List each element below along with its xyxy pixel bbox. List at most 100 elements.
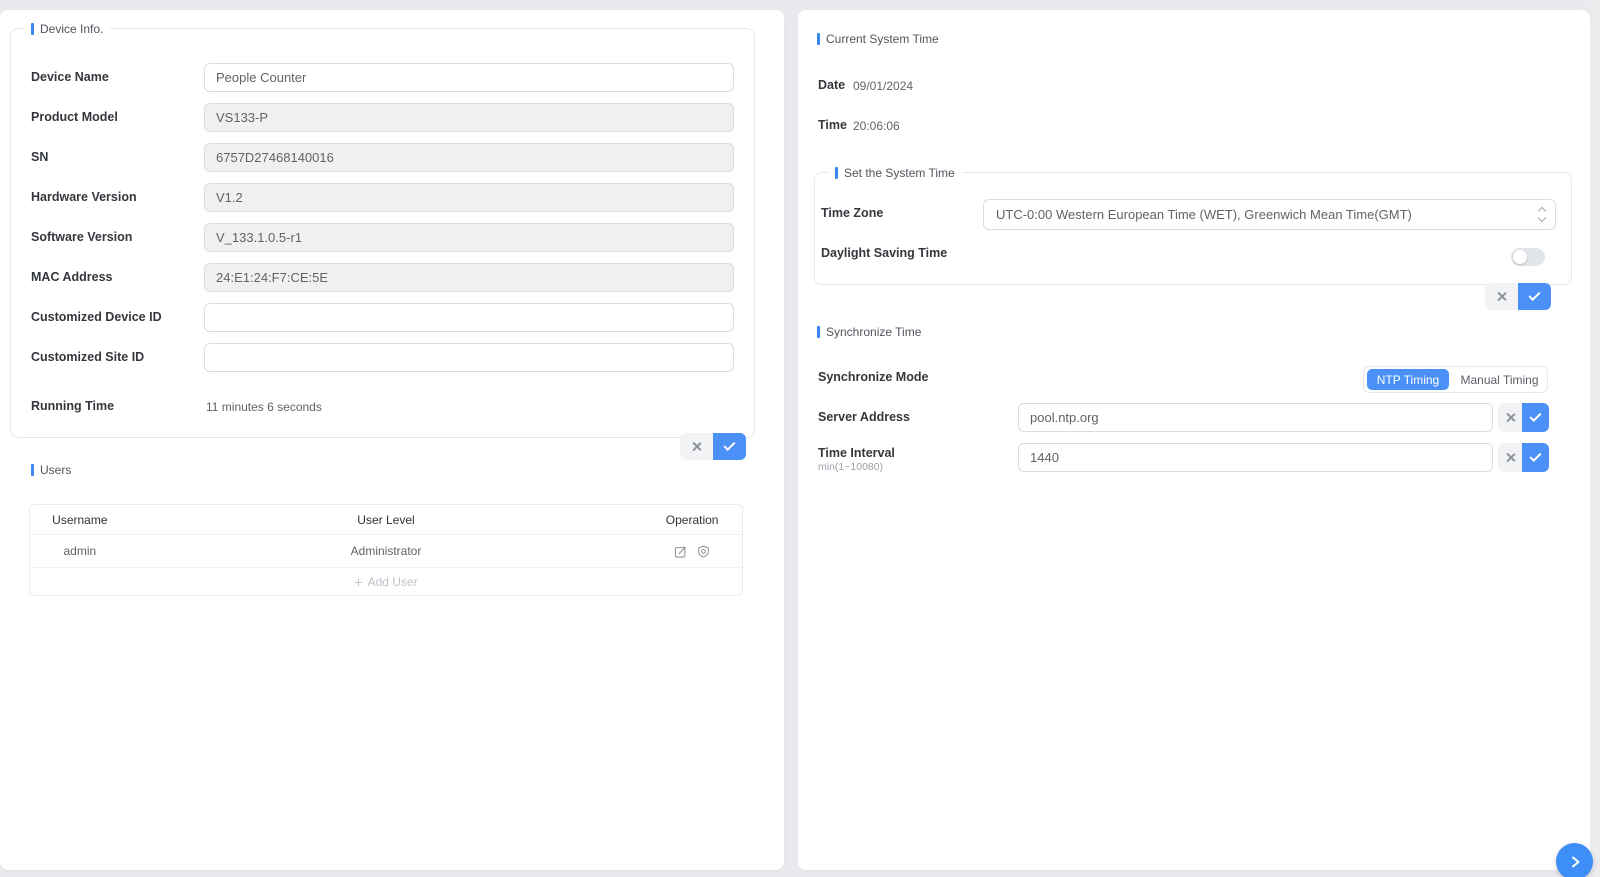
edit-user-icon[interactable] xyxy=(674,545,687,558)
server-cancel-button[interactable] xyxy=(1498,403,1522,432)
check-icon xyxy=(1529,410,1541,422)
time-interval-hint: min(1~10080) xyxy=(818,461,883,473)
set-system-time-title: Set the System Time xyxy=(844,166,955,180)
software-version-label: Software Version xyxy=(31,230,132,244)
time-interval-actions xyxy=(1498,443,1549,472)
server-confirm-button[interactable] xyxy=(1522,403,1549,432)
chevron-right-icon xyxy=(1568,855,1582,869)
daylight-saving-toggle[interactable] xyxy=(1511,248,1545,266)
col-username: Username xyxy=(30,513,130,527)
running-time-row: Running Time 11 minutes 6 seconds xyxy=(11,392,754,421)
customized-site-id-row: Customized Site ID xyxy=(11,343,754,372)
software-version-input xyxy=(204,223,734,252)
users-table: Username User Level Operation admin Admi… xyxy=(29,504,743,596)
time-zone-select[interactable]: UTC-0:00 Western European Time (WET), Gr… xyxy=(983,199,1556,230)
sn-label: SN xyxy=(31,150,48,164)
daylight-saving-label: Daylight Saving Time xyxy=(821,246,947,260)
next-page-button[interactable] xyxy=(1556,843,1593,877)
customized-site-id-input[interactable] xyxy=(204,343,734,372)
customized-site-id-label: Customized Site ID xyxy=(31,350,144,364)
customized-device-id-row: Customized Device ID xyxy=(11,303,754,332)
device-info-cancel-button[interactable] xyxy=(680,433,713,460)
product-model-input xyxy=(204,103,734,132)
date-value: 09/01/2024 xyxy=(853,79,913,93)
sn-input xyxy=(204,143,734,172)
check-icon xyxy=(1528,289,1540,301)
ntp-timing-button[interactable]: NTP Timing xyxy=(1367,369,1449,390)
synchronize-time-title: Synchronize Time xyxy=(826,325,921,339)
date-label: Date xyxy=(818,78,845,92)
device-info-title: Device Info. xyxy=(40,22,103,36)
manual-timing-button[interactable]: Manual Timing xyxy=(1452,369,1547,390)
section-bar-icon xyxy=(31,23,34,35)
running-time-label: Running Time xyxy=(31,399,114,413)
check-icon xyxy=(1529,450,1541,462)
device-info-confirm-button[interactable] xyxy=(713,433,746,460)
mac-address-input xyxy=(204,263,734,292)
time-panel: Current System Time Date 09/01/2024 Time… xyxy=(798,10,1590,870)
check-icon xyxy=(723,439,735,451)
product-model-row: Product Model xyxy=(11,103,754,132)
set-time-cancel-button[interactable] xyxy=(1485,283,1518,310)
x-icon xyxy=(1505,412,1516,423)
x-icon xyxy=(1496,291,1507,302)
set-system-time-section: Set the System Time Time Zone UTC-0:00 W… xyxy=(814,172,1572,285)
section-bar-icon xyxy=(835,167,838,179)
hardware-version-label: Hardware Version xyxy=(31,190,137,204)
current-system-time-header: Current System Time xyxy=(817,32,939,46)
synchronize-mode-label: Synchronize Mode xyxy=(818,370,928,384)
mac-address-label: MAC Address xyxy=(31,270,113,284)
time-value: 20:06:06 xyxy=(853,119,900,133)
hardware-version-row: Hardware Version xyxy=(11,183,754,212)
plus-icon: + xyxy=(354,576,362,588)
user-level-cell: Administrator xyxy=(130,544,643,558)
device-settings-page: Device Info. Device Name Product Model S… xyxy=(0,0,1600,877)
operation-cell xyxy=(642,545,742,558)
device-info-legend: Device Info. xyxy=(24,22,110,36)
set-system-time-actions xyxy=(1485,283,1551,310)
username-cell: admin xyxy=(30,544,130,558)
interval-cancel-button[interactable] xyxy=(1498,443,1522,472)
set-system-time-legend: Set the System Time xyxy=(828,166,962,180)
hardware-version-input xyxy=(204,183,734,212)
interval-confirm-button[interactable] xyxy=(1522,443,1549,472)
set-time-confirm-button[interactable] xyxy=(1518,283,1551,310)
device-info-actions xyxy=(680,433,746,460)
scrollbar-track[interactable] xyxy=(1590,0,1600,877)
synchronize-time-header: Synchronize Time xyxy=(817,325,921,339)
toggle-knob xyxy=(1513,250,1527,264)
time-zone-value: UTC-0:00 Western European Time (WET), Gr… xyxy=(996,207,1412,222)
chevron-up-down-icon xyxy=(1539,208,1545,221)
device-name-label: Device Name xyxy=(31,70,109,84)
add-user-button[interactable]: + Add User xyxy=(30,567,742,595)
customized-device-id-label: Customized Device ID xyxy=(31,310,162,324)
product-model-label: Product Model xyxy=(31,110,118,124)
section-bar-icon xyxy=(31,464,34,476)
current-system-time-title: Current System Time xyxy=(826,32,939,46)
shield-password-icon[interactable] xyxy=(697,545,710,558)
device-name-row: Device Name xyxy=(11,63,754,92)
software-version-row: Software Version xyxy=(11,223,754,252)
users-header: Users xyxy=(31,463,71,477)
users-title: Users xyxy=(40,463,71,477)
x-icon xyxy=(691,441,702,452)
col-user-level: User Level xyxy=(130,513,643,527)
customized-device-id-input[interactable] xyxy=(204,303,734,332)
mac-address-row: MAC Address xyxy=(11,263,754,292)
time-interval-input[interactable] xyxy=(1018,443,1493,472)
sn-row: SN xyxy=(11,143,754,172)
server-address-label: Server Address xyxy=(818,410,910,424)
table-row: admin Administrator xyxy=(30,534,742,567)
x-icon xyxy=(1505,452,1516,463)
users-table-header: Username User Level Operation xyxy=(30,505,742,534)
add-user-label: Add User xyxy=(368,575,418,589)
time-zone-label: Time Zone xyxy=(821,206,883,220)
time-interval-label: Time Interval xyxy=(818,446,895,460)
section-bar-icon xyxy=(817,33,820,45)
synchronize-mode-switch: NTP Timing Manual Timing xyxy=(1363,366,1548,393)
section-bar-icon xyxy=(817,326,820,338)
server-address-input[interactable] xyxy=(1018,403,1493,432)
server-address-actions xyxy=(1498,403,1549,432)
device-panel: Device Info. Device Name Product Model S… xyxy=(0,10,784,870)
device-name-input[interactable] xyxy=(204,63,734,92)
